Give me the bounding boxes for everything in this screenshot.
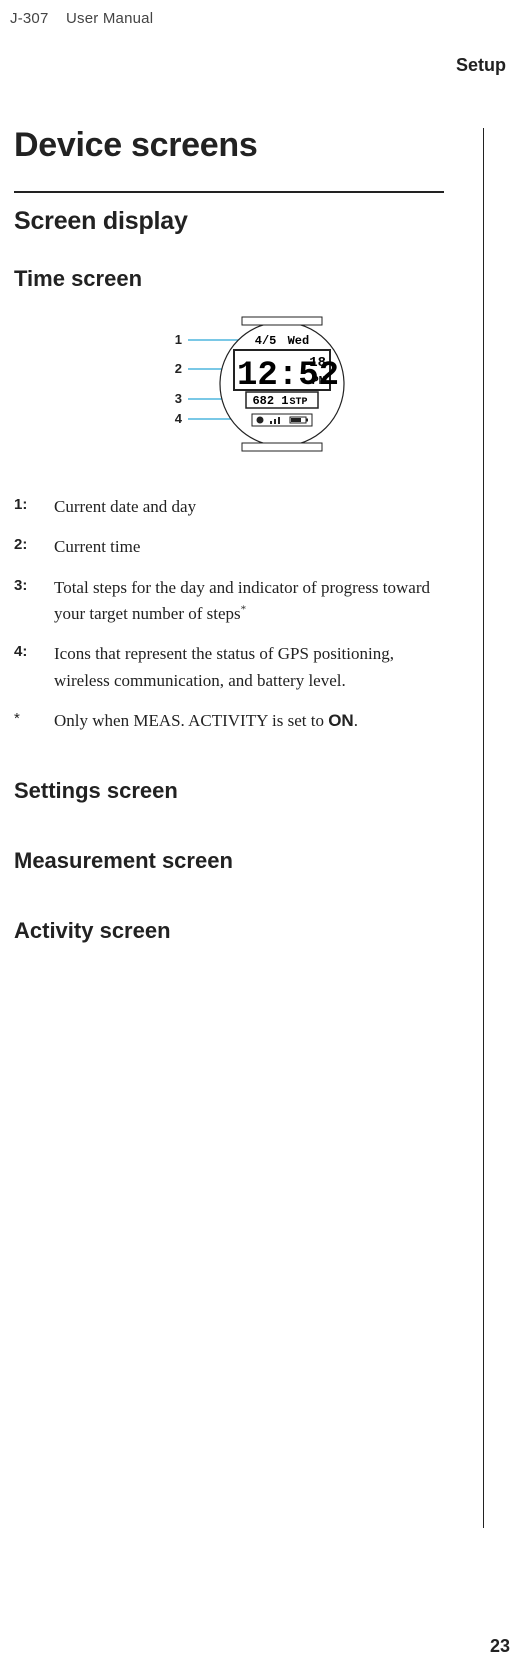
def-row: 2: Current time: [14, 534, 500, 560]
def-key: 3:: [14, 575, 54, 594]
def-row: 3: Total steps for the day and indicator…: [14, 575, 500, 628]
doc-header: J-307 User Manual: [10, 10, 506, 27]
callout-3: 3: [175, 391, 182, 406]
def-val: Icons that represent the status of GPS p…: [54, 641, 500, 694]
footnote-row: * Only when MEAS. ACTIVITY is set to ON.: [14, 708, 500, 734]
heading-settings-screen: Settings screen: [14, 778, 500, 804]
figure-time-screen: 1 2 3 4 4/5 Wed: [14, 314, 500, 464]
def-key: 4:: [14, 641, 54, 660]
product-id: J-307: [10, 10, 49, 27]
watch-ampm: PM: [312, 374, 326, 388]
def-row: 1: Current date and day: [14, 494, 500, 520]
title-rule: [14, 191, 444, 193]
def-val: Current time: [54, 534, 500, 560]
callout-1: 1: [175, 332, 182, 347]
page-title: Device screens: [14, 126, 500, 165]
def-key: 1:: [14, 494, 54, 513]
watch-date: 4/5 Wed: [255, 334, 309, 348]
def-val: Total steps for the day and indicator of…: [54, 575, 500, 628]
footnote-val: Only when MEAS. ACTIVITY is set to ON.: [54, 708, 500, 734]
callout-4: 4: [175, 411, 183, 426]
heading-activity-screen: Activity screen: [14, 918, 500, 944]
def-row: 4: Icons that represent the status of GP…: [14, 641, 500, 694]
time-screen-definitions: 1: Current date and day 2: Current time …: [14, 494, 500, 734]
footnote-key: *: [14, 708, 54, 727]
doc-type: User Manual: [66, 10, 153, 27]
subhead-screen-display: Screen display: [14, 207, 500, 236]
heading-measurement-screen: Measurement screen: [14, 848, 500, 874]
page-number: 23: [490, 1636, 510, 1657]
def-key: 2:: [14, 534, 54, 553]
watch-seconds: 18: [309, 355, 326, 371]
heading-time-screen: Time screen: [14, 266, 500, 292]
callout-2: 2: [175, 361, 182, 376]
section-label: Setup: [8, 55, 506, 76]
def-val: Current date and day: [54, 494, 500, 520]
watch-steps: 682 1STP: [252, 394, 307, 408]
watch-illustration: 1 2 3 4 4/5 Wed: [142, 314, 372, 464]
